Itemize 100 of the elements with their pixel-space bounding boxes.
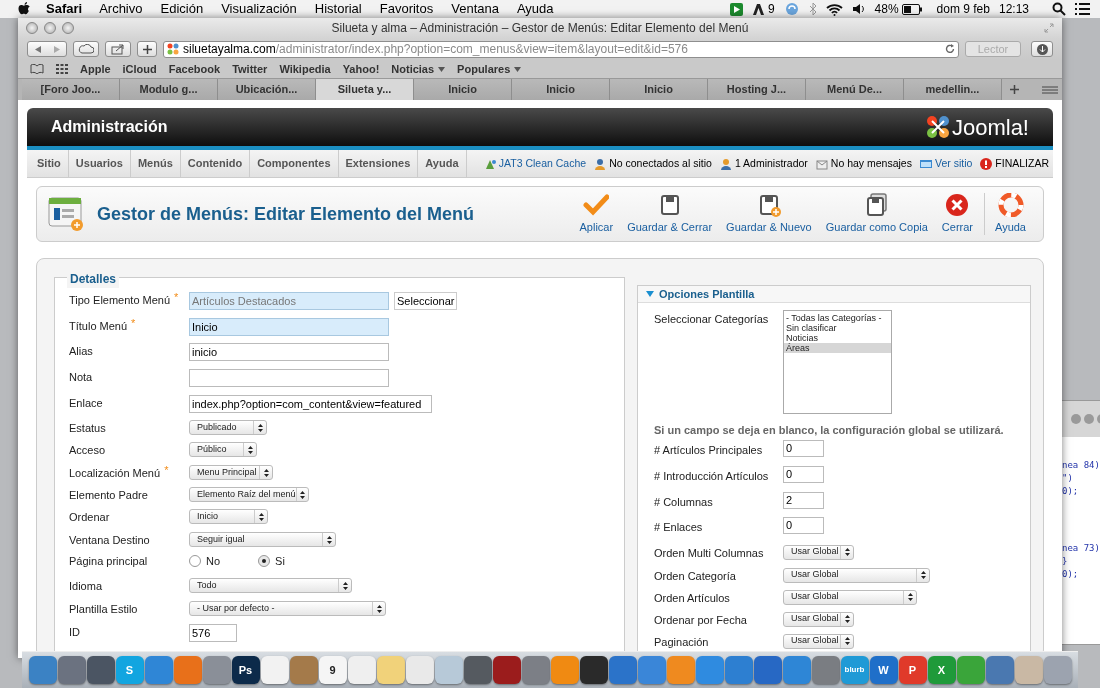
app-icon[interactable] [492, 656, 521, 684]
field-label: Nota [69, 370, 93, 385]
browser-tab[interactable]: Inicio [414, 79, 512, 100]
zoom-button[interactable] [62, 22, 74, 34]
nav-menu-item[interactable]: Componentes [250, 150, 339, 177]
toolbar-button[interactable]: Guardar & Nuevo [719, 192, 819, 235]
app-icon[interactable]: X [927, 656, 956, 684]
nav-menu-item[interactable]: Usuarios [68, 150, 131, 177]
text-field[interactable]: index.php?option=com_content&view=featured [189, 395, 432, 413]
menu-item[interactable]: Visualización [221, 0, 297, 19]
app-menu[interactable]: Safari [46, 0, 83, 19]
dropdown[interactable]: Usar Global [783, 611, 854, 627]
toolbar-button[interactable]: Guardar como Copia [818, 192, 935, 235]
dropdown[interactable]: Público [189, 442, 257, 457]
browser-tab[interactable]: medellin... [904, 79, 1002, 100]
menu-item[interactable]: Ayuda [516, 0, 554, 19]
dropdown[interactable]: Publicado [189, 420, 267, 435]
dropdown[interactable]: Usar Global [783, 633, 854, 649]
bookmark-menu[interactable]: Noticias [391, 60, 446, 78]
browser-tab[interactable]: Menú De... [806, 79, 904, 100]
bookmark-link[interactable]: Twitter [232, 60, 268, 78]
app-icon[interactable]: W [869, 656, 898, 684]
field-label: Página principal [69, 554, 148, 569]
bookmark-link[interactable]: Facebook [168, 60, 221, 78]
dropdown[interactable]: - Usar por defecto - [189, 601, 386, 616]
close-button[interactable] [26, 22, 38, 34]
number-field[interactable]: 0 [783, 465, 824, 483]
browser-tab[interactable]: Inicio [610, 79, 708, 100]
dropdown[interactable]: Usar Global [783, 544, 854, 560]
category-list[interactable]: - Todas las Categorías - Sin clasificar Noticias Áreas [783, 310, 892, 414]
dropdown[interactable]: Inicio [189, 509, 268, 524]
toolbar-button[interactable]: Guardar & Cerrar [620, 192, 720, 235]
dropdown[interactable]: Usar Global [783, 589, 917, 605]
field-label: Título Menú [69, 319, 128, 334]
dropdown[interactable]: Todo [189, 578, 352, 593]
browser-tab[interactable]: Inicio [512, 79, 610, 100]
text-field[interactable]: Inicio [189, 318, 389, 336]
browser-tab[interactable]: Modulo g... [120, 79, 218, 100]
browser-tab[interactable]: Hosting J... [708, 79, 806, 100]
number-field[interactable]: 0 [783, 516, 824, 534]
bookmark-link[interactable]: iCloud [122, 60, 157, 78]
back-forward-button[interactable] [27, 41, 67, 57]
radio-button[interactable] [189, 555, 201, 568]
list-option[interactable]: Áreas [784, 343, 891, 353]
status-link[interactable]: JAT3 Clean Cache [498, 155, 587, 172]
text-field[interactable]: inicio [189, 343, 389, 361]
menu-item[interactable]: Ventana [451, 0, 499, 19]
toolbar-button[interactable]: Cerrar [934, 192, 980, 235]
app-icon[interactable] [86, 656, 115, 684]
dropdown[interactable]: Menu Principal [189, 465, 273, 480]
status-text: No conectados al sitio [609, 155, 712, 171]
number-field[interactable]: 2 [783, 491, 824, 509]
browser-tab[interactable]: Silueta y... [316, 79, 414, 100]
bookmark-link[interactable]: Apple [80, 60, 111, 78]
app-icon[interactable]: 9 [318, 656, 347, 684]
nav-menu-item[interactable]: Extensiones [338, 150, 419, 177]
app-icon[interactable]: Ps [231, 656, 260, 684]
text-field[interactable] [189, 369, 389, 387]
number-field[interactable]: 0 [783, 439, 824, 457]
share-button[interactable] [105, 41, 131, 57]
toolbar-button[interactable]: Ayuda [984, 192, 1033, 235]
app-icon[interactable]: P [898, 656, 927, 684]
menu-item[interactable]: Historial [314, 0, 362, 19]
radio-button[interactable] [258, 555, 271, 568]
status-link[interactable]: Ver sitio [934, 155, 973, 172]
nav-menu-item[interactable]: Ayuda [418, 150, 467, 177]
grid-icon [56, 64, 68, 74]
options-header[interactable]: Opciones Plantilla [638, 286, 1030, 303]
user-icon [719, 157, 732, 170]
text-field[interactable]: 576 [189, 624, 237, 642]
nav-menu-item[interactable]: Contenido [180, 150, 251, 177]
nav-menu-item[interactable]: Menús [130, 150, 181, 177]
app-icon[interactable] [463, 656, 492, 684]
menu-item[interactable]: Archivo [99, 0, 143, 19]
user-icon [594, 157, 607, 170]
field-label: Estatus [69, 421, 106, 436]
battery-percent: 48% [874, 1, 899, 18]
add-bookmark-button[interactable] [137, 41, 157, 57]
minimize-button[interactable] [44, 22, 56, 34]
browser-tab[interactable]: [Foro Joo... [22, 79, 120, 100]
list-option[interactable]: Sin clasificar [784, 323, 891, 333]
downloads-button[interactable] [1031, 41, 1053, 57]
clock-date[interactable]: dom 9 feb [936, 0, 990, 18]
dropdown[interactable]: Elemento Raíz del menú [189, 487, 309, 502]
menu-item[interactable]: Favoritos [379, 0, 434, 19]
bookmark-menu[interactable]: Populares [457, 60, 522, 78]
list-option[interactable]: Noticias [784, 333, 891, 343]
icloud-button[interactable] [73, 41, 99, 57]
menu-item[interactable]: Edición [160, 0, 204, 19]
browser-tab[interactable]: Ubicación... [218, 79, 316, 100]
bookmark-link[interactable]: Yahoo! [342, 60, 380, 78]
dropdown[interactable]: Seguir igual [189, 532, 336, 547]
toolbar-button[interactable]: Aplicar [572, 192, 621, 235]
nav-menu-item[interactable]: Sitio [30, 150, 69, 177]
list-option[interactable]: - Todas las Categorías - [784, 313, 891, 323]
dropdown[interactable]: Usar Global [783, 567, 930, 583]
address-field[interactable]: siluetayalma.com/administrator/index.php?option=com_menus&view=item&layout=edit&id=576 [163, 40, 959, 58]
app-icon[interactable] [579, 656, 608, 684]
clock-time[interactable]: 12:13 [998, 0, 1029, 18]
bookmark-link[interactable]: Wikipedia [279, 60, 331, 78]
